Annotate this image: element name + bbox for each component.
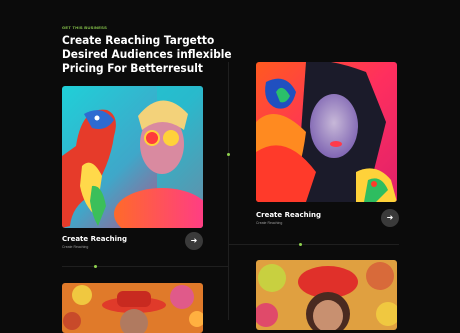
card-image-man-parrot[interactable] xyxy=(62,86,203,228)
card-subtitle: Create Reaching xyxy=(256,221,283,225)
card-title[interactable]: Create Reaching xyxy=(62,235,127,243)
timeline-dot xyxy=(94,265,97,268)
arrow-right-icon: ➜ xyxy=(386,213,394,222)
card-subtitle: Create Reaching xyxy=(62,245,89,249)
timeline-dot xyxy=(227,153,230,156)
card-title[interactable]: Create Reaching xyxy=(256,211,321,219)
card-image-woman-parrot[interactable] xyxy=(256,62,397,202)
row-divider-left xyxy=(62,266,228,267)
card-image-man-hat[interactable] xyxy=(62,283,203,333)
center-divider xyxy=(228,62,229,320)
section-title: Create Reaching Targetto Desired Audienc… xyxy=(62,33,232,75)
arrow-right-icon: ➜ xyxy=(190,236,198,245)
card-arrow-button[interactable]: ➜ xyxy=(185,232,203,250)
section-kicker: GET THIS BUSINESS xyxy=(62,25,108,30)
row-divider-right xyxy=(229,244,399,245)
card-arrow-button[interactable]: ➜ xyxy=(381,209,399,227)
timeline-dot xyxy=(299,243,302,246)
